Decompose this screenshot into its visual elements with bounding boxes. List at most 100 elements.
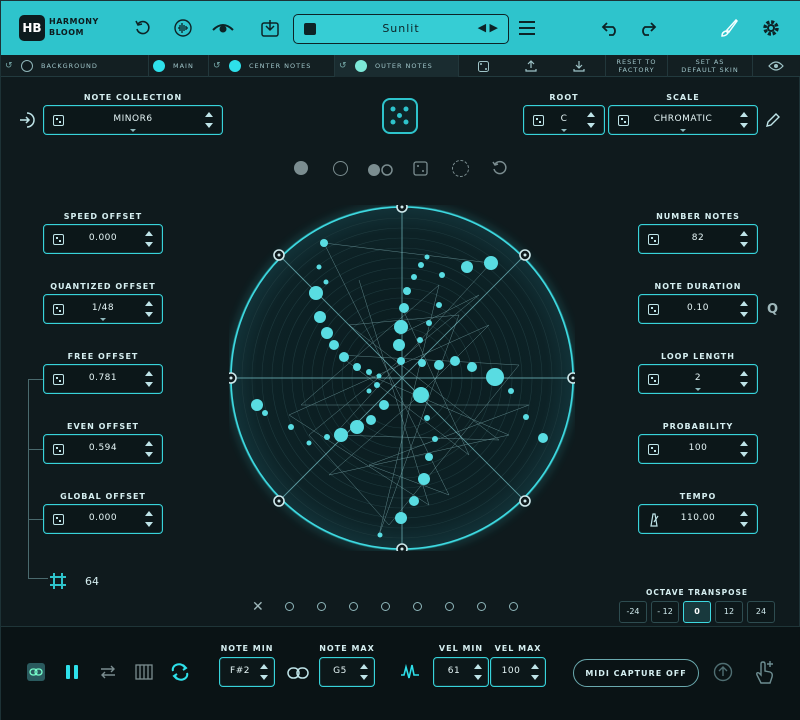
quantize-toggle[interactable]: Q — [767, 302, 778, 317]
settings-gear-icon[interactable] — [759, 16, 783, 40]
outer-notes-color-segment[interactable]: ↺ OUTER NOTES — [335, 55, 459, 77]
preview-eye-icon[interactable] — [761, 55, 791, 77]
tempo-field[interactable]: 110.00 — [638, 504, 758, 534]
undo-icon[interactable] — [599, 16, 623, 40]
stepper-arrows-icon[interactable] — [739, 111, 749, 129]
randomize-all-dice-icon[interactable] — [382, 98, 418, 134]
dice-icon[interactable] — [648, 234, 659, 245]
stepper-arrows-icon[interactable] — [259, 663, 269, 681]
preset-nav-arrows[interactable]: ◀ ▶ — [478, 21, 498, 34]
main-color-swatch[interactable] — [153, 60, 165, 72]
pattern-slot[interactable] — [509, 602, 518, 611]
stepper-arrows-icon[interactable] — [530, 663, 540, 681]
even-offset-field[interactable]: 0.594 — [43, 434, 163, 464]
dice-icon[interactable] — [53, 304, 64, 315]
mode-dice-icon[interactable] — [413, 161, 428, 180]
reset-icon[interactable]: ↺ — [213, 61, 223, 71]
dice-icon[interactable] — [648, 374, 659, 385]
drag-hand-icon[interactable] — [753, 659, 777, 689]
preset-selector[interactable]: Sunlit ◀ ▶ — [293, 14, 509, 44]
center-notes-color-swatch[interactable] — [229, 60, 241, 72]
global-offset-field[interactable]: 0.000 — [43, 504, 163, 534]
root-select[interactable]: C — [523, 105, 605, 135]
stepper-arrows-icon[interactable] — [739, 510, 749, 528]
mode-filled-icon[interactable] — [294, 161, 308, 175]
reset-icon[interactable]: ↺ — [5, 61, 15, 71]
dice-icon[interactable] — [53, 514, 64, 525]
link-range-icon[interactable] — [287, 665, 309, 684]
redo-icon[interactable] — [635, 16, 659, 40]
midi-capture-button[interactable]: MIDI CAPTURE OFF — [573, 659, 699, 687]
import-midi-icon[interactable] — [18, 111, 36, 133]
grid-hash-icon[interactable] — [49, 572, 67, 594]
brush-icon[interactable] — [717, 16, 741, 40]
edit-pencil-icon[interactable] — [765, 112, 781, 132]
stepper-arrows-icon[interactable] — [359, 663, 369, 681]
metronome-icon[interactable] — [648, 512, 660, 531]
piano-keys-icon[interactable] — [135, 664, 153, 684]
scale-select[interactable]: CHROMATIC — [608, 105, 758, 135]
stepper-arrows-icon[interactable] — [144, 510, 154, 528]
dice-icon[interactable] — [648, 444, 659, 455]
free-offset-field[interactable]: 0.781 — [43, 364, 163, 394]
export-midi-icon[interactable] — [713, 662, 733, 686]
note-min-field[interactable]: F#2 — [219, 657, 275, 687]
octave-option-minus12[interactable]: - 12 — [651, 601, 679, 623]
background-color-swatch[interactable] — [21, 60, 33, 72]
stepper-arrows-icon[interactable] — [473, 663, 483, 681]
stepper-arrows-icon[interactable] — [739, 300, 749, 318]
pattern-slot[interactable] — [381, 602, 390, 611]
vel-max-field[interactable]: 100 — [490, 657, 546, 687]
probability-field[interactable]: 100 — [638, 434, 758, 464]
pattern-slot[interactable] — [349, 602, 358, 611]
octave-option-0[interactable]: 0 — [683, 601, 711, 623]
menu-icon[interactable] — [515, 16, 539, 40]
octave-option-minus24[interactable]: -24 — [619, 601, 647, 623]
pattern-slot[interactable] — [413, 602, 422, 611]
vel-min-field[interactable]: 61 — [433, 657, 489, 687]
dice-icon[interactable] — [53, 234, 64, 245]
export-skin-icon[interactable] — [519, 55, 543, 77]
swap-direction-icon[interactable] — [99, 664, 117, 684]
background-color-segment[interactable]: ↺ BACKGROUND — [1, 55, 149, 77]
dice-icon[interactable] — [618, 115, 629, 126]
dice-icon[interactable] — [53, 115, 64, 126]
mode-reset-icon[interactable] — [491, 160, 508, 181]
quantized-offset-select[interactable]: 1/48 — [43, 294, 163, 324]
outer-notes-color-swatch[interactable] — [355, 60, 367, 72]
center-notes-color-segment[interactable]: ↺ CENTER NOTES — [209, 55, 335, 77]
pattern-slot[interactable] — [477, 602, 486, 611]
link-toggle-icon[interactable] — [27, 663, 45, 681]
stepper-arrows-icon[interactable] — [144, 370, 154, 388]
mode-dashed-icon[interactable] — [452, 160, 469, 177]
note-duration-field[interactable]: 0.10 — [638, 294, 758, 324]
clear-x-icon[interactable]: ✕ — [252, 599, 264, 615]
note-collection-select[interactable]: MINOR6 — [43, 105, 223, 135]
reset-to-factory-button[interactable]: RESET TO FACTORY — [605, 55, 667, 77]
undo-reset-icon[interactable] — [131, 16, 155, 40]
stepper-arrows-icon[interactable] — [144, 230, 154, 248]
main-color-segment[interactable]: MAIN — [149, 55, 209, 77]
randomize-colors-icon[interactable] — [471, 55, 495, 77]
stepper-arrows-icon[interactable] — [739, 370, 749, 388]
pattern-slot[interactable] — [285, 602, 294, 611]
stepper-arrows-icon[interactable] — [204, 111, 214, 129]
loop-icon[interactable] — [170, 662, 190, 686]
audio-wave-icon[interactable] — [171, 16, 195, 40]
stepper-arrows-icon[interactable] — [144, 300, 154, 318]
mode-ring-icon[interactable] — [333, 161, 348, 176]
reset-icon[interactable]: ↺ — [339, 61, 349, 71]
loop-length-select[interactable]: 2 — [638, 364, 758, 394]
note-radar-visualizer[interactable] — [229, 205, 575, 551]
dice-icon[interactable] — [53, 444, 64, 455]
stepper-arrows-icon[interactable] — [739, 440, 749, 458]
stepper-arrows-icon[interactable] — [739, 230, 749, 248]
dice-icon[interactable] — [648, 304, 659, 315]
stepper-arrows-icon[interactable] — [586, 111, 596, 129]
stepper-arrows-icon[interactable] — [144, 440, 154, 458]
octave-option-24[interactable]: 24 — [747, 601, 775, 623]
pause-icon[interactable] — [64, 664, 80, 684]
import-skin-icon[interactable] — [567, 55, 591, 77]
speed-offset-field[interactable]: 0.000 — [43, 224, 163, 254]
save-download-icon[interactable] — [258, 16, 282, 40]
